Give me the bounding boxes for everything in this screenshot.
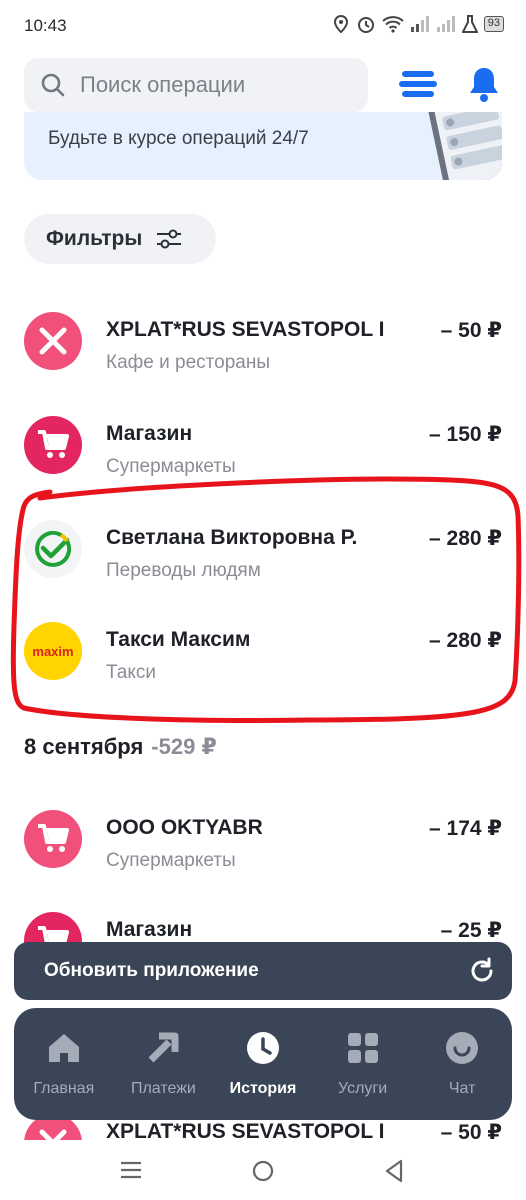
clock-icon xyxy=(245,1030,281,1066)
banner-text: Будьте в курсе операций 24/7 xyxy=(48,128,309,149)
back-icon[interactable] xyxy=(382,1158,406,1184)
transaction-category: Супермаркеты xyxy=(106,850,236,871)
status-bar: 10:43 93 xyxy=(0,0,526,52)
transaction-amount: – 50 ₽ xyxy=(440,319,502,342)
nav-label: История xyxy=(229,1080,297,1097)
menu-button[interactable] xyxy=(396,62,440,106)
nav-label: Платежи xyxy=(130,1080,196,1097)
date-total: -529 ₽ xyxy=(151,734,217,759)
nav-label: Чат xyxy=(448,1080,476,1097)
update-app-label: Обновить приложение xyxy=(44,960,259,981)
home-circle-icon[interactable] xyxy=(250,1158,276,1184)
home-icon xyxy=(46,1030,82,1066)
date-label: 8 сентября xyxy=(24,734,144,759)
notifications-button[interactable] xyxy=(462,62,506,106)
search-bar[interactable] xyxy=(24,58,368,112)
bottom-navigation: Главная Платежи История Услуги Чат xyxy=(14,1008,512,1120)
grid-icon xyxy=(345,1030,381,1066)
alarm-icon xyxy=(357,17,374,33)
recent-apps-icon[interactable] xyxy=(118,1158,144,1182)
nav-services[interactable]: Услуги xyxy=(315,1030,411,1120)
cart-icon xyxy=(24,810,82,868)
transaction-category: Кафе и рестораны xyxy=(106,352,270,373)
fork-knife-icon xyxy=(24,312,82,370)
battery-indicator: 93 xyxy=(483,16,504,32)
status-time: 10:43 xyxy=(24,16,67,35)
nav-label: Главная xyxy=(33,1080,95,1097)
signal-icon-2 xyxy=(436,16,455,32)
red-annotation-outline xyxy=(10,476,522,723)
location-icon xyxy=(333,15,348,33)
bell-icon xyxy=(470,68,498,102)
update-app-toast[interactable]: Обновить приложение xyxy=(14,942,512,1000)
cart-icon xyxy=(24,416,82,474)
flask-icon xyxy=(461,15,478,33)
menu-icon xyxy=(399,71,437,97)
refresh-icon[interactable] xyxy=(468,957,496,985)
transaction-amount: – 25 ₽ xyxy=(440,919,502,942)
nav-home[interactable]: Главная xyxy=(16,1030,112,1120)
chat-icon xyxy=(444,1030,480,1066)
nav-chat[interactable]: Чат xyxy=(414,1030,510,1120)
transaction-name: Магазин xyxy=(106,918,193,941)
wifi-icon xyxy=(382,16,404,33)
search-input[interactable] xyxy=(80,72,350,98)
search-icon xyxy=(41,73,65,97)
filters-button[interactable]: Фильтры xyxy=(24,214,216,264)
filters-label: Фильтры xyxy=(46,227,143,250)
transaction-name: Магазин xyxy=(106,422,193,445)
phone-illustration xyxy=(428,112,502,180)
transaction-row[interactable]: XPLAT*RUS SEVASTOPOL I Кафе и рестораны … xyxy=(0,306,526,406)
nav-payments[interactable]: Платежи xyxy=(115,1030,211,1120)
date-group-header: 8 сентября -529 ₽ xyxy=(24,734,217,760)
sliders-icon xyxy=(157,229,182,249)
arrow-icon xyxy=(145,1030,181,1066)
transaction-row[interactable]: ООО OKTYABR Супермаркеты – 174 ₽ xyxy=(0,804,526,904)
nav-label: Услуги xyxy=(337,1080,388,1097)
system-navigation-bar xyxy=(0,1140,526,1200)
nav-history[interactable]: История xyxy=(215,1030,311,1120)
signal-icon xyxy=(410,16,429,32)
status-icons: 93 xyxy=(332,14,504,34)
promo-banner[interactable]: Будьте в курсе операций 24/7 xyxy=(24,112,502,180)
transaction-amount: – 174 ₽ xyxy=(429,817,502,840)
transaction-amount: – 150 ₽ xyxy=(429,423,502,446)
transaction-category: Супермаркеты xyxy=(106,456,236,477)
transaction-name: XPLAT*RUS SEVASTOPOL I xyxy=(106,318,385,341)
transaction-name: ООО OKTYABR xyxy=(106,816,263,839)
